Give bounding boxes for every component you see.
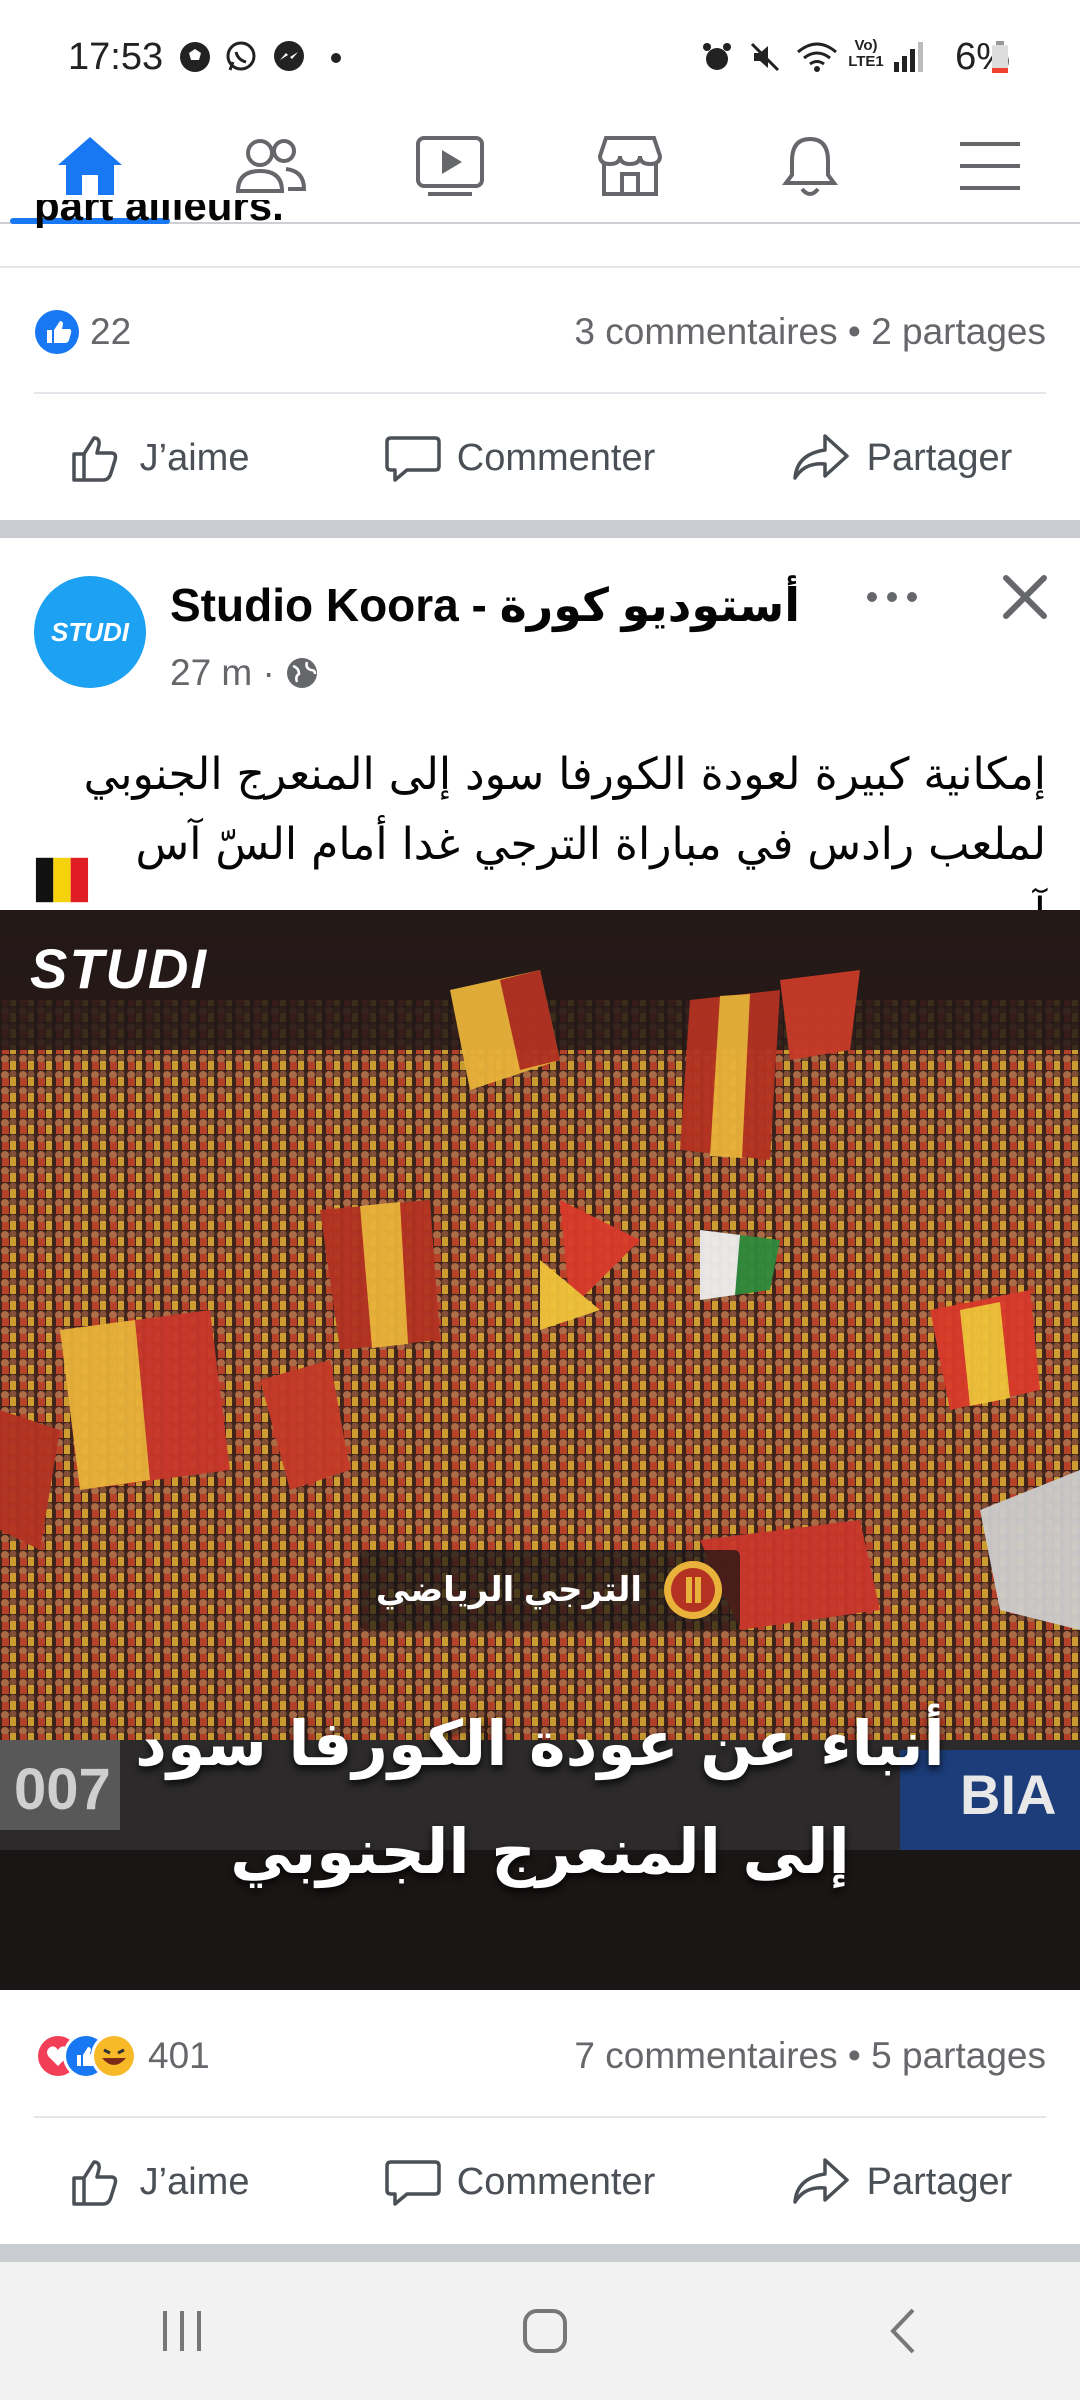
- nav-marketplace[interactable]: [540, 110, 720, 222]
- lte-label: Vo) LTE1: [848, 37, 884, 70]
- post-separator: [0, 520, 1080, 538]
- post1-divider: [34, 392, 1046, 394]
- watch-icon: [416, 136, 484, 196]
- home-icon: [58, 137, 122, 195]
- post1-reaction-row: 22 3 commentaires • 2 partages: [34, 302, 1046, 362]
- whatsapp-icon: [226, 41, 256, 71]
- post2-share-button[interactable]: Partager: [791, 2154, 1013, 2210]
- post1-comment-label: Commenter: [456, 436, 656, 479]
- status-time: 17:53: [68, 36, 164, 78]
- image-headline: أنباء عن عودة الكورفا سود إلى المنعرج ال…: [135, 1707, 945, 1888]
- reactions-icon[interactable]: [34, 2030, 138, 2082]
- dot-icon: [331, 53, 341, 63]
- belgium-flag-icon: [35, 857, 89, 903]
- image-logo: STUDI: [30, 937, 208, 1000]
- post-meta: 27 m ·: [170, 652, 319, 694]
- soccer-ball-icon: [180, 42, 210, 72]
- wifi-icon: [797, 42, 837, 72]
- post2-comment-button[interactable]: Commenter: [385, 2154, 656, 2210]
- signal-icon: [894, 42, 923, 72]
- post2-like-button[interactable]: J’aime: [68, 2154, 250, 2210]
- post2-reaction-count[interactable]: 401: [148, 2035, 210, 2077]
- post2-divider: [34, 2116, 1046, 2118]
- alarm-icon: [703, 43, 731, 70]
- post-separator-bottom: [0, 2244, 1080, 2262]
- close-icon[interactable]: [1000, 572, 1050, 622]
- friends-icon: [235, 139, 307, 193]
- club-crest-icon: [664, 1561, 723, 1619]
- post1-like-label: J’aime: [139, 436, 250, 479]
- page-name[interactable]: Studio Koora - أستوديو كورة: [170, 578, 800, 632]
- post2-actions: J’aime Commenter Partager: [0, 2122, 1080, 2242]
- messenger-icon: [274, 41, 304, 71]
- marketplace-icon: [597, 136, 663, 196]
- thumbs-up-icon: [71, 436, 117, 482]
- like-reaction-icon[interactable]: [34, 309, 80, 355]
- post2-like-label: J’aime: [139, 2160, 250, 2203]
- post1-top-divider: [0, 266, 1080, 268]
- share-icon: [792, 2158, 849, 2204]
- post1-cut-text: part ailleurs.: [34, 200, 284, 228]
- comment-icon: [385, 2160, 441, 2206]
- home-button-icon[interactable]: [520, 2306, 570, 2356]
- post2-share-label: Partager: [866, 2160, 1013, 2203]
- share-icon: [792, 434, 849, 480]
- post1-like-button[interactable]: J’aime: [68, 430, 250, 486]
- globe-icon: [286, 658, 317, 688]
- post1-share-label: Partager: [866, 436, 1013, 479]
- recent-apps-icon[interactable]: [157, 2309, 207, 2353]
- post2-reaction-row: 401 7 commentaires • 5 partages: [34, 2026, 1046, 2086]
- post1-comment-button[interactable]: Commenter: [385, 430, 656, 486]
- mute-icon: [750, 42, 780, 72]
- thumbs-up-icon: [71, 2160, 117, 2206]
- post1-reaction-count[interactable]: 22: [90, 311, 131, 353]
- comment-icon: [385, 436, 441, 482]
- image-club-badge: الترجي الرياضي: [360, 1550, 740, 1630]
- post-text-line1: إمكانية كبيرة لعودة الكورفا سود إلى المن…: [83, 749, 1046, 800]
- post1-share-button[interactable]: Partager: [791, 430, 1013, 486]
- post1-actions: J’aime Commenter Partager: [0, 398, 1080, 518]
- status-bar: 17:53 Vo) LTE1 6%: [0, 0, 1080, 110]
- notifications-icon: [782, 136, 838, 196]
- page-avatar[interactable]: STUDI: [34, 576, 146, 688]
- nav-notifications[interactable]: [720, 110, 900, 222]
- more-options-icon[interactable]: [862, 572, 922, 622]
- menu-icon: [960, 142, 1020, 190]
- post-image[interactable]: 007 BIA STUDI الترجي الرياضي أنباء عن عو…: [0, 910, 1080, 1990]
- back-icon[interactable]: [883, 2306, 923, 2356]
- system-nav-bar: [0, 2262, 1080, 2400]
- post1-stats[interactable]: 3 commentaires • 2 partages: [574, 311, 1046, 353]
- post2-comment-label: Commenter: [456, 2160, 656, 2203]
- post-time[interactable]: 27 m ·: [170, 652, 275, 694]
- battery-icon: [992, 41, 1008, 73]
- nav-menu[interactable]: [900, 110, 1080, 222]
- post2-stats[interactable]: 7 commentaires • 5 partages: [574, 2035, 1046, 2077]
- nav-watch[interactable]: [360, 110, 540, 222]
